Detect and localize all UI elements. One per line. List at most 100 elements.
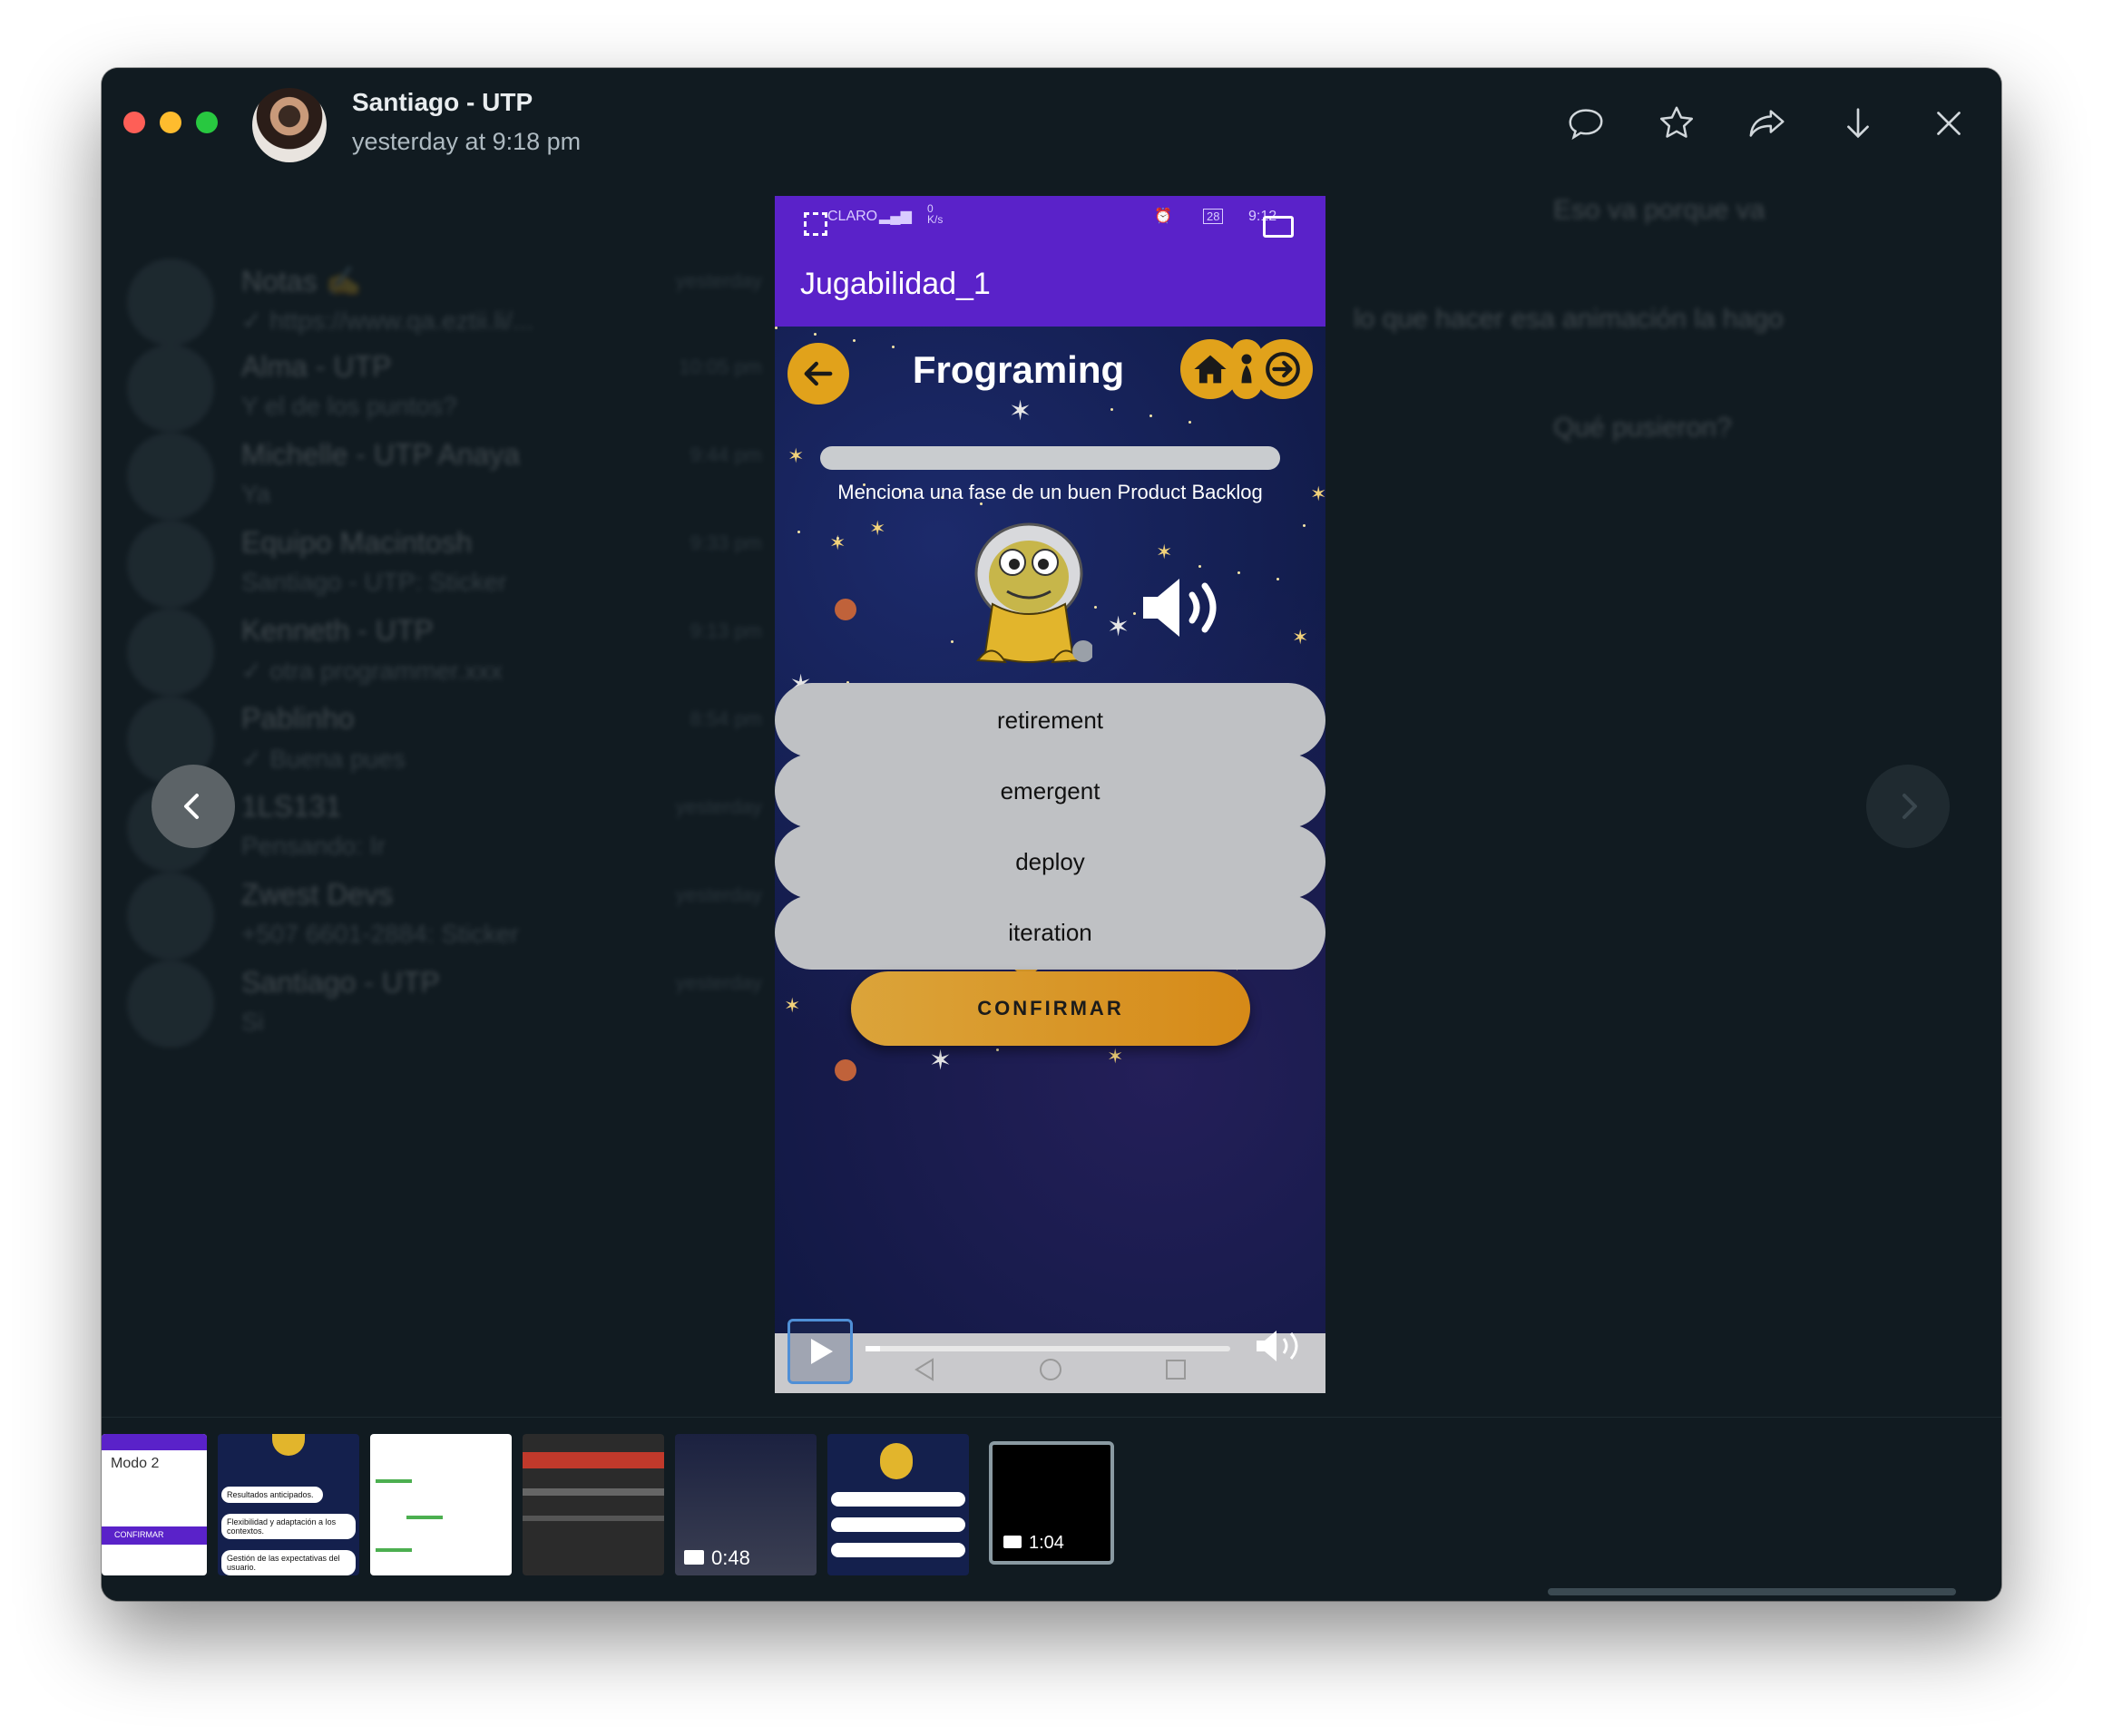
background-chat-item: Santiago - UTP Si yesterday: [127, 961, 762, 1060]
download-icon[interactable]: [1836, 102, 1880, 145]
contact-name: Santiago - UTP: [352, 88, 533, 116]
answer-option-4[interactable]: iteration: [775, 895, 1325, 970]
window-zoom-button[interactable]: [196, 112, 218, 133]
thumbnail-3[interactable]: [370, 1434, 512, 1575]
star-dot: [836, 537, 839, 540]
thumbnail-1[interactable]: Modo 2 CONFIRMAR: [102, 1434, 207, 1575]
app-bar: Jugabilidad_1: [775, 243, 1325, 327]
thumbnail-7-video-selected[interactable]: 1:04: [989, 1441, 1114, 1565]
video-frame[interactable]: CLARO ▂▄▆ 0 K/s ⏰ 28 9:12 Jugabilidad_1 …: [775, 196, 1325, 1393]
chat-preview: Ya: [241, 480, 271, 508]
chat-title: Kenneth - UTP: [241, 614, 434, 647]
chat-title: Alma - UTP: [241, 350, 392, 383]
star-dot: [1133, 612, 1136, 615]
star-dot: [1198, 565, 1201, 568]
chat-time: yesterday: [675, 883, 762, 906]
background-message: Eso va porque va: [1553, 195, 1766, 225]
chat-time: 9:33 pm: [690, 532, 763, 554]
chat-preview: ✓ https://www.qa.eztii.li/...: [241, 307, 534, 335]
chat-preview: Santiago - UTP: Sticker: [241, 568, 507, 596]
video-camera-icon: [1003, 1536, 1022, 1548]
avatar: [127, 345, 214, 432]
chat-time: yesterday: [675, 971, 762, 994]
background-chat-item: Notas ✍️ ✓ https://www.qa.eztii.li/... yes…: [127, 258, 762, 358]
android-recents-icon: [1166, 1360, 1186, 1380]
thumbnail-2[interactable]: Resultados anticipados. Flexibilidad y a…: [218, 1434, 359, 1575]
video-duration: 1:04: [1029, 1533, 1064, 1553]
exit-icon[interactable]: [1253, 339, 1313, 399]
confirm-button[interactable]: CONFIRMAR: [851, 971, 1250, 1046]
avatar: [127, 258, 214, 346]
chat-time: yesterday: [675, 269, 762, 292]
chat-preview: Si: [241, 1008, 264, 1036]
close-icon[interactable]: [1927, 102, 1971, 145]
thumbnail-item: Gestión de las expectativas del usuario.: [221, 1550, 356, 1575]
star-dot: [1188, 421, 1191, 424]
answer-option-1[interactable]: retirement: [775, 683, 1325, 757]
forward-icon[interactable]: [1746, 102, 1789, 145]
frog-astronaut-mascot: [974, 522, 1092, 664]
thumbnail-label: Modo 2: [111, 1456, 160, 1471]
thumbnail-4[interactable]: [523, 1434, 664, 1575]
signal-icon: ▂▄▆: [879, 209, 912, 224]
speaker-icon[interactable]: [1138, 571, 1237, 644]
phone-status-bar: CLARO ▂▄▆ 0 K/s ⏰ 28 9:12: [775, 196, 1325, 243]
answer-option-3[interactable]: deploy: [775, 824, 1325, 899]
background-chat-item: Equipo Macintosh Santiago - UTP: Sticker 9…: [127, 521, 762, 620]
reply-icon[interactable]: [1564, 102, 1608, 145]
chevron-right-icon: [1902, 794, 1917, 819]
android-home-icon: [1039, 1359, 1061, 1380]
star-dot: [1094, 606, 1097, 609]
picture-in-picture-icon[interactable]: [1263, 216, 1294, 238]
thumbnail-sub: CONFIRMAR: [114, 1530, 164, 1539]
thumbnail-6[interactable]: [827, 1434, 969, 1575]
star-decoration: ✶: [1107, 612, 1130, 642]
star-dot: [996, 1048, 999, 1051]
chat-title: Michelle - UTP Anaya: [241, 438, 521, 471]
previous-media-button[interactable]: [152, 765, 235, 848]
star-decoration: ✶: [784, 994, 801, 1017]
star-decoration: ✶: [1292, 626, 1309, 649]
volume-icon[interactable]: [1253, 1326, 1307, 1366]
thumbnail-item: Resultados anticipados.: [221, 1487, 323, 1503]
avatar[interactable]: [252, 88, 327, 162]
viewer-header: Santiago - UTP yesterday at 9:18 pm: [102, 68, 2001, 186]
media-thumbnail-strip: Modo 2 CONFIRMAR Resultados anticipados.…: [102, 1417, 2001, 1601]
thumbnail-5-video[interactable]: 0:48: [675, 1434, 817, 1575]
star-decoration: ✶: [787, 444, 805, 467]
app-title: Jugabilidad_1: [800, 267, 991, 301]
avatar: [127, 961, 214, 1048]
star-decoration: ✶: [929, 1046, 953, 1076]
fullscreen-icon[interactable]: [804, 212, 827, 236]
strip-scrollbar[interactable]: [1548, 1588, 1956, 1595]
video-scrubber[interactable]: [866, 1346, 1230, 1351]
background-chat-item: Kenneth - UTP ✓ otra programmer.xxx 9:13 p…: [127, 609, 762, 708]
background-message: lo que hacer esa animación la hago: [1354, 304, 1784, 334]
background-chat-item: Zwest Devs +507 6601-2884: Sticker yesterd…: [127, 873, 762, 972]
android-nav-bar: [911, 1353, 1189, 1386]
window-close-button[interactable]: [123, 112, 145, 133]
play-icon: [811, 1339, 833, 1364]
star-decoration: ✶: [829, 532, 846, 554]
chat-title: Notas ✍️: [241, 265, 362, 297]
chat-time: 8:54 pm: [690, 707, 763, 730]
star-decoration: ✶: [1156, 541, 1173, 563]
chat-time: yesterday: [675, 795, 762, 818]
star-dot: [1276, 578, 1279, 580]
star-dot: [1303, 524, 1306, 527]
question-progress-bar: [820, 446, 1280, 470]
status-battery: 28: [1203, 209, 1224, 224]
window-minimize-button[interactable]: [160, 112, 181, 133]
background-chat-item: Michelle - UTP Anaya Ya 9:44 pm: [127, 433, 762, 532]
chat-title: Pablinho: [241, 702, 355, 735]
chat-title: Zwest Devs: [241, 878, 394, 911]
play-button[interactable]: [787, 1319, 853, 1384]
chat-preview: Y el de los puntos?: [241, 392, 457, 420]
star-icon[interactable]: [1655, 102, 1698, 145]
next-media-button[interactable]: [1866, 765, 1950, 848]
star-dot: [951, 640, 954, 643]
answer-option-2[interactable]: emergent: [775, 754, 1325, 828]
scrubber-fill: [866, 1346, 881, 1351]
chat-preview: +507 6601-2884: Sticker: [241, 920, 519, 948]
chat-title: Santiago - UTP: [241, 966, 440, 999]
